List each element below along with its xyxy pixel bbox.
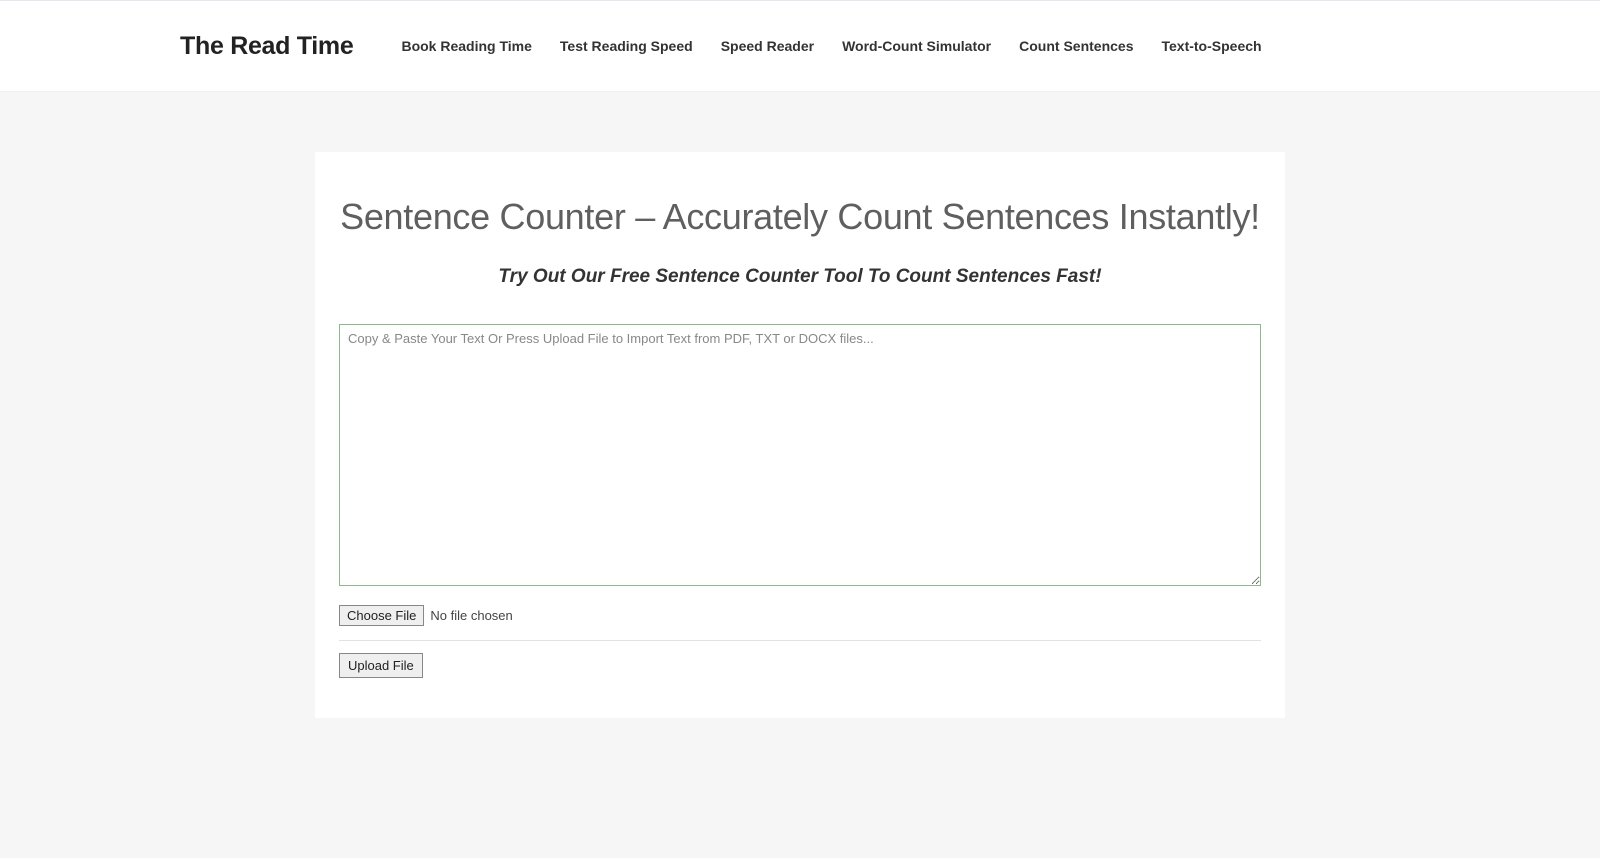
divider (339, 640, 1261, 641)
site-title[interactable]: The Read Time (180, 32, 353, 61)
textarea-wrap (315, 324, 1285, 591)
upload-row: Upload File (315, 653, 1285, 678)
nav-book-reading-time[interactable]: Book Reading Time (401, 38, 531, 54)
file-row: Choose File No file chosen (315, 605, 1285, 640)
header-inner: The Read Time Book Reading Time Test Rea… (160, 1, 1440, 91)
nav-speed-reader[interactable]: Speed Reader (721, 38, 814, 54)
main-nav: Book Reading Time Test Reading Speed Spe… (401, 38, 1261, 54)
choose-file-button[interactable]: Choose File (339, 605, 424, 626)
nav-count-sentences[interactable]: Count Sentences (1019, 38, 1133, 54)
nav-text-to-speech[interactable]: Text-to-Speech (1161, 38, 1261, 54)
nav-word-count-simulator[interactable]: Word-Count Simulator (842, 38, 991, 54)
text-input[interactable] (339, 324, 1261, 586)
tool-card: Sentence Counter – Accurately Count Sent… (315, 152, 1285, 718)
nav-test-reading-speed[interactable]: Test Reading Speed (560, 38, 693, 54)
file-status: No file chosen (430, 608, 512, 623)
upload-file-button[interactable]: Upload File (339, 653, 423, 678)
header: The Read Time Book Reading Time Test Rea… (0, 0, 1600, 92)
page-title: Sentence Counter – Accurately Count Sent… (315, 196, 1285, 238)
page-body: Sentence Counter – Accurately Count Sent… (0, 92, 1600, 858)
page-subtitle: Try Out Our Free Sentence Counter Tool T… (315, 266, 1285, 288)
